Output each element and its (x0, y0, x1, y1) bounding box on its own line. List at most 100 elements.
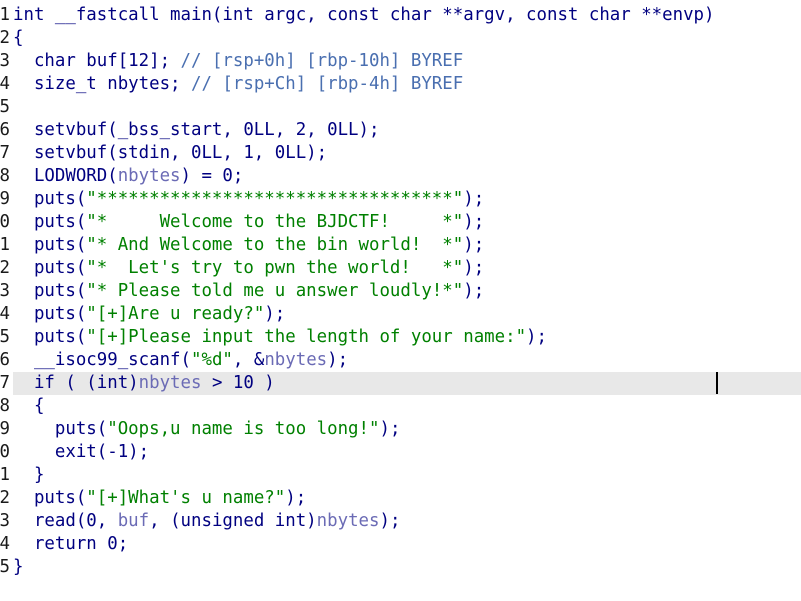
code-token: puts( (13, 281, 87, 301)
code-token: __isoc99_scanf( (13, 350, 191, 370)
code-line[interactable]: exit(-1); (13, 441, 149, 464)
line-number: 23 (0, 511, 10, 531)
code-line[interactable]: { (13, 395, 44, 418)
code-line[interactable]: puts("[+]Are u ready?"); (13, 303, 285, 326)
code-token: read(0, (13, 511, 118, 531)
code-token: ); (463, 258, 485, 278)
variable-token[interactable]: buf (118, 511, 149, 531)
code-line[interactable]: size_t nbytes; // [rsp+Ch] [rbp-4h] BYRE… (13, 73, 463, 96)
code-line[interactable]: puts("[+]Please input the length of your… (13, 326, 547, 349)
line-number: 12 (0, 258, 10, 278)
line-number: 6 (0, 120, 10, 140)
code-token: puts( (13, 258, 87, 278)
code-token: puts( (13, 327, 87, 347)
string-literal: "[+]Please input the length of your name… (86, 327, 527, 347)
variable-token[interactable]: nbytes (118, 166, 181, 186)
line-number: 1 (0, 5, 10, 25)
code-line[interactable]: puts("* Let's try to pwn the world! *"); (13, 257, 484, 280)
line-number: 11 (0, 235, 10, 255)
line-number-gutter: 1234567891011121314151617181920212223242… (0, 0, 11, 601)
variable-token[interactable]: nbytes (264, 350, 327, 370)
code-line[interactable]: read(0, buf, (unsigned int)nbytes); (13, 510, 401, 533)
code-token: ); (327, 350, 349, 370)
line-number: 22 (0, 488, 10, 508)
code-comment: // [rsp+0h] [rbp-10h] BYREF (180, 51, 464, 71)
code-token: ); (285, 488, 307, 508)
code-line[interactable]: LODWORD(nbytes) = 0; (13, 165, 243, 188)
code-token: return 0; (13, 534, 129, 554)
code-token: ) = 0; (180, 166, 244, 186)
code-token: exit(-1); (13, 442, 150, 462)
code-line-current[interactable]: if ( (int)nbytes > 10 ) (13, 372, 801, 395)
code-line[interactable]: return 0; (13, 533, 128, 556)
code-line[interactable]: char buf[12]; // [rsp+0h] [rbp-10h] BYRE… (13, 50, 463, 73)
code-token: if ( (int) (13, 373, 139, 393)
string-literal: "**********************************" (86, 189, 464, 209)
code-token: , & (232, 350, 265, 370)
code-token: ); (463, 235, 485, 255)
string-literal: "[+]Are u ready?" (86, 304, 265, 324)
pseudocode-editor[interactable]: 1234567891011121314151617181920212223242… (0, 0, 801, 601)
code-token: size_t nbytes; (13, 74, 191, 94)
code-token: puts( (13, 189, 87, 209)
code-line[interactable]: puts("Oops,u name is too long!"); (13, 418, 401, 441)
code-token: puts( (13, 419, 108, 439)
code-line[interactable]: puts("* Welcome to the BJDCTF! *"); (13, 211, 484, 234)
code-token: setvbuf(_bss_start, 0LL, 2, 0LL); (13, 120, 380, 140)
line-number: 3 (0, 51, 10, 71)
code-token: } (13, 557, 24, 577)
code-token: puts( (13, 235, 87, 255)
line-number: 10 (0, 212, 10, 232)
line-number: 16 (0, 350, 10, 370)
code-token: } (13, 465, 45, 485)
code-token: > 10 ) (201, 373, 275, 393)
line-number: 9 (0, 189, 10, 209)
code-line[interactable]: puts("* And Welcome to the bin world! *"… (13, 234, 484, 257)
line-number: 8 (0, 166, 10, 186)
code-token: int __fastcall main(int argc, const char… (13, 5, 715, 25)
line-number: 25 (0, 557, 10, 577)
string-literal: "Oops,u name is too long!" (107, 419, 380, 439)
code-token: ); (463, 281, 485, 301)
line-number: 4 (0, 74, 10, 94)
line-number: 5 (0, 97, 10, 117)
variable-token[interactable]: nbytes (139, 373, 202, 393)
code-line[interactable]: { (13, 27, 23, 50)
code-line[interactable]: int __fastcall main(int argc, const char… (13, 4, 715, 27)
line-number: 21 (0, 465, 10, 485)
code-line[interactable]: puts("[+]What's u name?"); (13, 487, 306, 510)
code-token: ); (463, 212, 485, 232)
line-number: 13 (0, 281, 10, 301)
code-line[interactable]: puts("**********************************… (13, 188, 484, 211)
string-literal: "* Welcome to the BJDCTF! *" (86, 212, 464, 232)
code-line[interactable]: setvbuf(stdin, 0LL, 1, 0LL); (13, 142, 327, 165)
text-caret (716, 372, 718, 394)
code-token: setvbuf(stdin, 0LL, 1, 0LL); (13, 143, 328, 163)
code-token: ); (264, 304, 286, 324)
line-number: 17 (0, 373, 10, 393)
line-number: 19 (0, 419, 10, 439)
code-token: char buf[12]; (13, 51, 181, 71)
string-literal: "* Please told me u answer loudly!*" (86, 281, 464, 301)
string-literal: "* And Welcome to the bin world! *" (86, 235, 464, 255)
code-token: LODWORD( (13, 166, 118, 186)
line-number: 7 (0, 143, 10, 163)
code-line[interactable]: } (13, 464, 44, 487)
code-line[interactable]: __isoc99_scanf("%d", &nbytes); (13, 349, 348, 372)
line-number: 2 (0, 28, 10, 48)
code-line[interactable]: setvbuf(_bss_start, 0LL, 2, 0LL); (13, 119, 380, 142)
line-number: 24 (0, 534, 10, 554)
code-token: puts( (13, 212, 87, 232)
code-token: ); (463, 189, 485, 209)
code-token: puts( (13, 488, 87, 508)
code-token: { (13, 396, 45, 416)
variable-token[interactable]: nbytes (317, 511, 380, 531)
line-number: 15 (0, 327, 10, 347)
code-token: { (13, 28, 24, 48)
line-number: 20 (0, 442, 10, 462)
string-literal: "[+]What's u name?" (86, 488, 286, 508)
code-line[interactable]: puts("* Please told me u answer loudly!*… (13, 280, 484, 303)
string-literal: "* Let's try to pwn the world! *" (86, 258, 464, 278)
string-literal: "%d" (191, 350, 233, 370)
code-line[interactable]: } (13, 556, 23, 579)
